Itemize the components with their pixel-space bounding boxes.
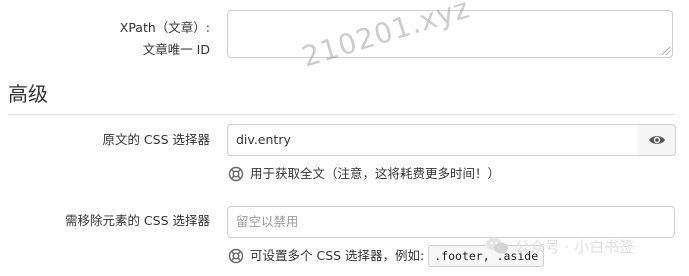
xpath-label: XPath（文章）: 文章唯一 ID — [60, 18, 210, 60]
remove-selector-help: 可设置多个 CSS 选择器，例如: .footer, .aside — [228, 245, 545, 267]
content-selector-help-text: 用于获取全文（注意，这将耗费更多时间！） — [250, 166, 501, 181]
xpath-label-line1: XPath（文章）: — [119, 20, 210, 35]
eye-icon — [648, 136, 665, 144]
section-divider — [8, 114, 675, 115]
lifebuoy-icon — [228, 166, 244, 182]
example-code: .footer, .aside — [428, 245, 545, 267]
content-selector-value: div.entry — [236, 132, 291, 147]
resize-grip-icon[interactable] — [662, 47, 670, 55]
content-selector-help: 用于获取全文（注意，这将耗费更多时间！） — [228, 164, 500, 184]
xpath-textarea[interactable] — [227, 10, 673, 58]
remove-selector-placeholder: 留空以禁用 — [236, 214, 299, 229]
remove-selector-input[interactable]: 留空以禁用 — [227, 206, 675, 238]
content-selector-input[interactable]: div.entry — [227, 124, 639, 156]
xpath-label-line2: 文章唯一 ID — [142, 42, 210, 57]
lifebuoy-icon — [228, 248, 244, 264]
toggle-visibility-button[interactable] — [638, 124, 676, 156]
remove-selector-label: 需移除元素的 CSS 选择器 — [64, 213, 210, 228]
section-title-advanced: 高级 — [8, 82, 48, 106]
remove-selector-help-text: 可设置多个 CSS 选择器，例如: — [250, 248, 425, 263]
content-selector-label: 原文的 CSS 选择器 — [102, 132, 210, 147]
